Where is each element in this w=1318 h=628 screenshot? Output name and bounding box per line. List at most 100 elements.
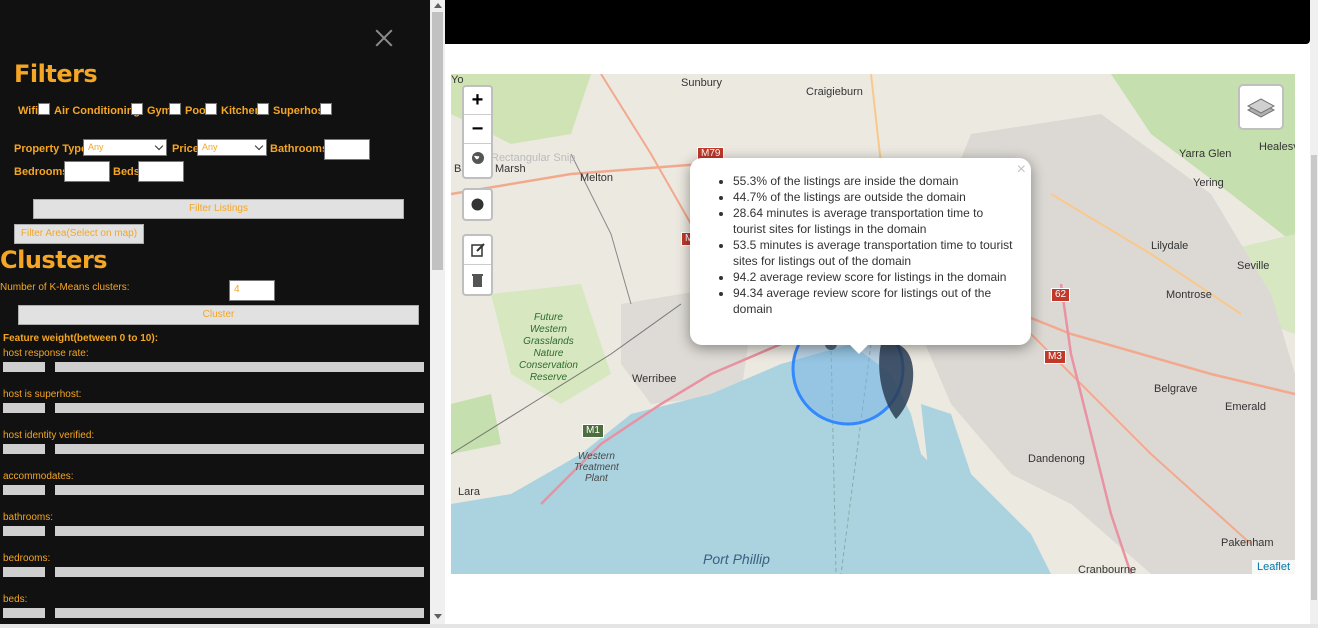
map-view[interactable]: Sunbury Craigieburn Melton Marsh Ba Yo H… xyxy=(451,74,1295,574)
property-type-label: Property Type xyxy=(14,143,88,155)
clusters-title: Clusters xyxy=(0,246,108,274)
price-select[interactable]: Any xyxy=(197,139,267,156)
feature-weight-title: Feature weight(between 0 to 10): xyxy=(3,333,159,344)
map-label-dandenong: Dandenong xyxy=(1028,453,1085,465)
bathrooms-label: Bathrooms: xyxy=(270,143,332,155)
feature-label-bedrooms: bedrooms: xyxy=(3,553,51,564)
map-label-healesville: Healesvill xyxy=(1259,141,1295,153)
filter-sidebar: Filters Wifi Air Conditioning Gym Pool K… xyxy=(0,0,430,628)
domain-stats-popup: × 55.3% of the listings are inside the d… xyxy=(690,158,1031,345)
delete-layers-button[interactable] xyxy=(464,266,491,294)
map-label-montrose: Montrose xyxy=(1166,289,1212,301)
globe-icon[interactable] xyxy=(464,145,491,173)
feature-weight-slider[interactable] xyxy=(55,608,424,618)
edit-icon xyxy=(471,243,485,257)
feature-weight-input[interactable] xyxy=(3,444,45,454)
zoom-control: + − xyxy=(462,85,493,179)
feature-label-host-response-rate: host response rate: xyxy=(3,348,89,359)
filters-title: Filters xyxy=(14,60,98,88)
map-label-sunbury: Sunbury xyxy=(681,77,722,89)
filter-listings-button[interactable]: Filter Listings xyxy=(33,199,404,219)
scroll-up-arrow-icon[interactable] xyxy=(434,3,442,8)
feature-weight-slider[interactable] xyxy=(55,444,424,454)
sidebar-scrollbar[interactable] xyxy=(430,0,445,628)
feature-weight-slider[interactable] xyxy=(55,485,424,495)
wifi-label: Wifi xyxy=(18,105,39,117)
road-shield-m1: M1 xyxy=(582,424,604,438)
chevron-down-icon xyxy=(154,141,164,151)
popup-stat-item: 28.64 minutes is average transportation … xyxy=(733,205,1018,237)
feature-weight-slider[interactable] xyxy=(55,567,424,577)
feature-weight-slider[interactable] xyxy=(55,526,424,536)
feature-weight-slider[interactable] xyxy=(55,403,424,413)
bedrooms-input[interactable] xyxy=(64,161,110,182)
map-label-marsh: Marsh xyxy=(495,163,526,175)
kmeans-label: Number of K-Means clusters: xyxy=(0,282,130,293)
feature-weight-input[interactable] xyxy=(3,526,45,536)
bathrooms-input[interactable] xyxy=(324,139,370,160)
feature-label-host-is-superhost: host is superhost: xyxy=(3,389,82,400)
feature-weight-input[interactable] xyxy=(3,608,45,618)
feature-weight-input[interactable] xyxy=(3,403,45,413)
draw-circle-button[interactable] xyxy=(462,188,493,221)
gym-label: Gym xyxy=(147,105,172,117)
scroll-down-arrow-icon[interactable] xyxy=(434,614,442,619)
page-scroll-thumb[interactable] xyxy=(1311,155,1317,600)
circle-icon xyxy=(471,198,484,211)
map-label-lilydale: Lilydale xyxy=(1151,240,1189,252)
map-label-port-phillip: Port Phillip xyxy=(703,551,770,567)
map-label-future-western-grasslands: Future Western Grasslands Nature Conserv… xyxy=(519,312,578,383)
popup-stats-list: 55.3% of the listings are inside the dom… xyxy=(733,173,1018,317)
popup-stat-item: 94.2 average review score for listings i… xyxy=(733,269,1018,285)
leaflet-attribution-link[interactable]: Leaflet xyxy=(1251,560,1295,574)
price-value: Any xyxy=(202,142,218,152)
air-conditioning-checkbox[interactable] xyxy=(131,103,143,115)
feature-weight-input[interactable] xyxy=(3,485,45,495)
close-icon[interactable] xyxy=(372,26,396,50)
snip-ghost-text: Rectangular Snip xyxy=(491,152,576,164)
feature-label-host-identity-verified: host identity verified: xyxy=(3,430,95,441)
property-type-select[interactable]: Any xyxy=(83,139,167,156)
feature-weight-input[interactable] xyxy=(3,567,45,577)
gym-checkbox[interactable] xyxy=(169,103,181,115)
bottom-strip xyxy=(0,624,1318,628)
map-label-yering: Yering xyxy=(1193,177,1224,189)
layers-icon xyxy=(1246,98,1276,118)
zoom-in-button[interactable]: + xyxy=(464,87,491,115)
kitchen-label: Kitchen xyxy=(221,105,262,117)
road-shield-62: 62 xyxy=(1051,288,1071,302)
popup-close-button[interactable]: × xyxy=(1017,161,1026,179)
page-scrollbar[interactable] xyxy=(1310,0,1318,628)
map-label-lara: Lara xyxy=(458,486,481,498)
wifi-checkbox[interactable] xyxy=(38,103,50,115)
map-label-seville: Seville xyxy=(1237,260,1270,272)
popup-stat-item: 55.3% of the listings are inside the dom… xyxy=(733,173,1018,189)
kitchen-checkbox[interactable] xyxy=(257,103,269,115)
feature-label-accommodates: accommodates: xyxy=(3,471,74,482)
edit-layers-button[interactable] xyxy=(464,236,491,265)
kmeans-input[interactable]: 4 xyxy=(229,280,275,301)
popup-stat-item: 53.5 minutes is average transportation t… xyxy=(733,237,1018,269)
feature-weight-input[interactable] xyxy=(3,362,45,372)
chevron-down-icon xyxy=(254,141,264,151)
pool-checkbox[interactable] xyxy=(205,103,217,115)
layers-button[interactable] xyxy=(1238,84,1284,130)
property-type-value: Any xyxy=(88,142,104,152)
road-shield-m3: M3 xyxy=(1044,350,1066,364)
beds-input[interactable] xyxy=(138,161,184,182)
map-label-emerald: Emerald xyxy=(1225,401,1266,413)
popup-tip xyxy=(849,344,869,354)
edit-control xyxy=(462,234,493,296)
cluster-button[interactable]: Cluster xyxy=(18,305,419,325)
filter-area-button[interactable]: Filter Area(Select on map) xyxy=(14,224,144,244)
sidebar-scroll-thumb[interactable] xyxy=(432,12,443,270)
feature-weight-slider[interactable] xyxy=(55,362,424,372)
zoom-out-button[interactable]: − xyxy=(464,116,491,144)
map-label-belgrave: Belgrave xyxy=(1154,383,1198,395)
air-conditioning-label: Air Conditioning xyxy=(54,105,141,117)
map-label-pakenham: Pakenham xyxy=(1221,537,1274,549)
map-label-werribee: Werribee xyxy=(632,373,677,385)
price-label: Price xyxy=(172,143,199,155)
map-label-craigieburn: Craigieburn xyxy=(806,86,863,98)
superhost-checkbox[interactable] xyxy=(320,103,332,115)
